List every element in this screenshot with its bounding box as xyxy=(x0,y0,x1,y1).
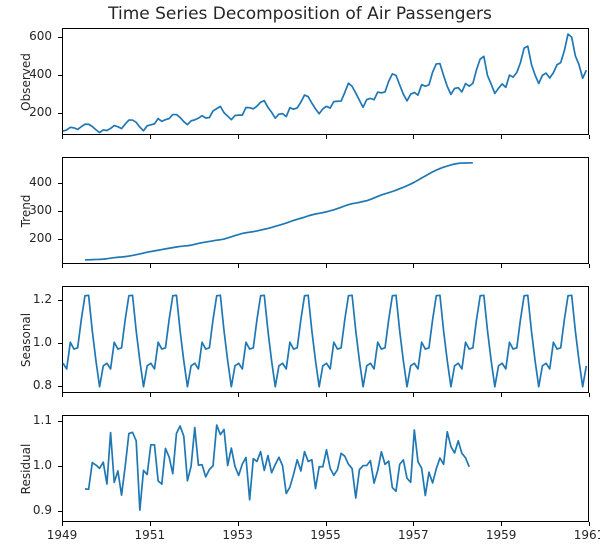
xtick-mark xyxy=(326,135,327,139)
xtick-mark xyxy=(589,264,590,268)
panel-residual xyxy=(62,415,589,522)
line-seasonal xyxy=(63,287,590,394)
xtick-label: 1959 xyxy=(481,529,521,541)
xtick-mark xyxy=(501,264,502,268)
ytick-label: 0.9 xyxy=(0,504,52,516)
xtick-mark xyxy=(150,522,151,526)
xtick-mark xyxy=(238,393,239,397)
xtick-label: 1953 xyxy=(218,529,258,541)
panel-observed xyxy=(62,28,589,135)
ytick-mark xyxy=(58,211,62,212)
ytick-mark xyxy=(58,113,62,114)
xtick-mark xyxy=(589,522,590,526)
ytick-label: 600 xyxy=(0,30,52,42)
ytick-mark xyxy=(58,75,62,76)
xtick-label: 1955 xyxy=(306,529,346,541)
xtick-mark xyxy=(413,264,414,268)
xtick-mark xyxy=(238,264,239,268)
ytick-mark xyxy=(58,183,62,184)
xtick-mark xyxy=(150,264,151,268)
xtick-mark xyxy=(150,135,151,139)
ytick-mark xyxy=(58,300,62,301)
xtick-mark xyxy=(326,522,327,526)
ytick-label: 400 xyxy=(0,68,52,80)
xtick-mark xyxy=(62,264,63,268)
ytick-mark xyxy=(58,343,62,344)
xtick-mark xyxy=(413,135,414,139)
xtick-mark xyxy=(589,135,590,139)
xtick-label: 1951 xyxy=(130,529,170,541)
ytick-label: 0.8 xyxy=(0,379,52,391)
xtick-mark xyxy=(150,393,151,397)
xtick-mark xyxy=(238,135,239,139)
panel-seasonal xyxy=(62,286,589,393)
xtick-mark xyxy=(326,264,327,268)
ytick-label: 300 xyxy=(0,204,52,216)
xtick-mark xyxy=(413,522,414,526)
xtick-mark xyxy=(501,522,502,526)
line-residual xyxy=(63,416,590,523)
line-trend xyxy=(63,158,590,265)
ytick-label: 1.1 xyxy=(0,414,52,426)
ytick-label: 1.2 xyxy=(0,293,52,305)
ytick-label: 1.0 xyxy=(0,459,52,471)
xtick-mark xyxy=(62,393,63,397)
figure-title: Time Series Decomposition of Air Passeng… xyxy=(0,4,600,24)
ytick-label: 200 xyxy=(0,232,52,244)
ytick-label: 200 xyxy=(0,106,52,118)
xtick-mark xyxy=(589,393,590,397)
ytick-mark xyxy=(58,386,62,387)
xtick-label: 1949 xyxy=(42,529,82,541)
xtick-mark xyxy=(238,522,239,526)
ytick-mark xyxy=(58,421,62,422)
xtick-label: 1957 xyxy=(393,529,433,541)
xtick-label: 1961 xyxy=(569,529,600,541)
ytick-label: 400 xyxy=(0,176,52,188)
ytick-mark xyxy=(58,466,62,467)
xtick-mark xyxy=(62,135,63,139)
ytick-mark xyxy=(58,239,62,240)
line-observed xyxy=(63,29,590,136)
ytick-mark xyxy=(58,511,62,512)
figure: Time Series Decomposition of Air Passeng… xyxy=(0,0,600,556)
ytick-label: 1.0 xyxy=(0,336,52,348)
xtick-mark xyxy=(326,393,327,397)
xtick-mark xyxy=(413,393,414,397)
xtick-mark xyxy=(501,135,502,139)
xtick-mark xyxy=(501,393,502,397)
panel-trend xyxy=(62,157,589,264)
ytick-mark xyxy=(58,37,62,38)
xtick-mark xyxy=(62,522,63,526)
